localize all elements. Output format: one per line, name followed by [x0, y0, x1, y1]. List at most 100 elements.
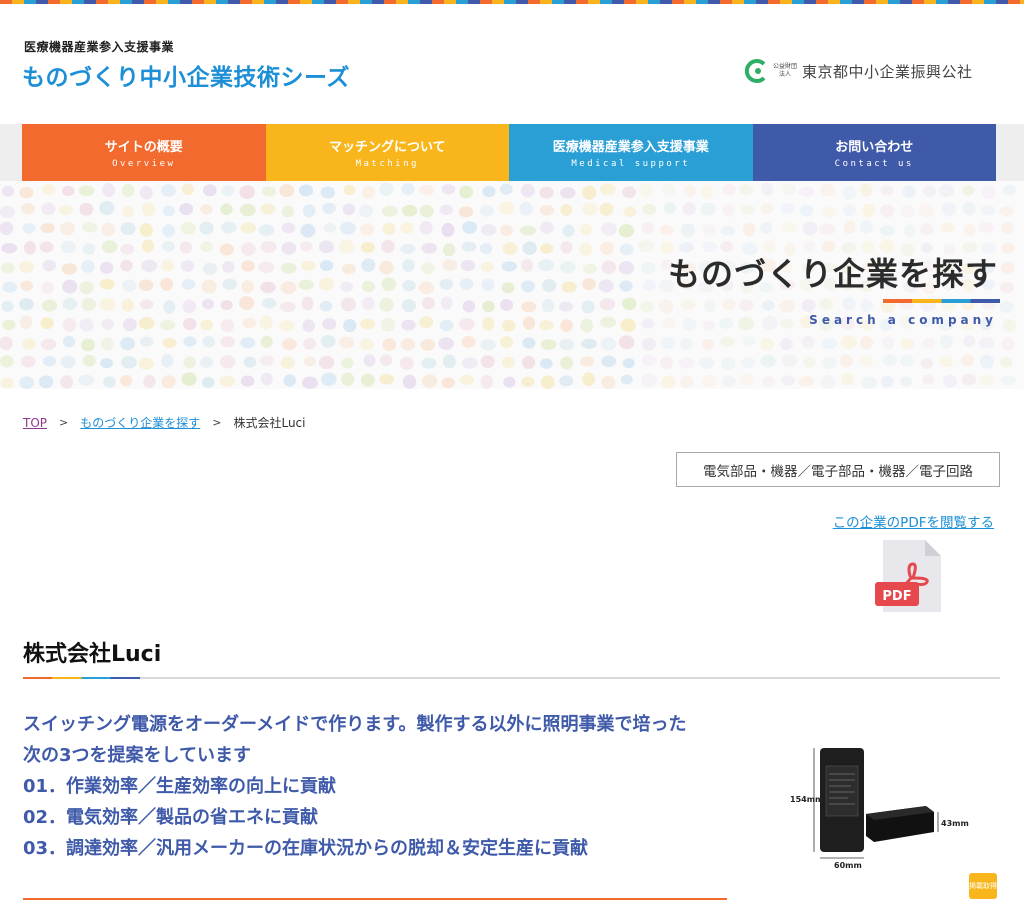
- hero-dot: [359, 318, 376, 330]
- hero-dot: [1003, 184, 1017, 196]
- chevron-right-icon: >: [212, 416, 222, 429]
- hero-dot: [400, 338, 416, 351]
- hero-dot: [582, 202, 598, 216]
- pdf-file-icon[interactable]: PDF: [873, 538, 943, 614]
- hero-dot: [619, 280, 633, 292]
- hero-dot: [121, 298, 134, 312]
- breadcrumb-top-link[interactable]: TOP: [23, 416, 47, 430]
- hero-dot: [621, 297, 637, 310]
- hero-dot: [180, 260, 195, 272]
- hero-dot: [303, 356, 317, 367]
- hero-dot: [618, 224, 635, 238]
- hero-dot: [360, 373, 375, 387]
- hero-dot: [962, 201, 976, 216]
- hero-dot: [102, 183, 116, 198]
- hero-dot: [318, 355, 335, 370]
- hero-dot: [99, 261, 114, 274]
- hero-dot: [542, 279, 557, 293]
- site-title[interactable]: ものづくり中小企業技術シーズ: [22, 58, 350, 92]
- hero-dot: [42, 356, 57, 367]
- hero-dot: [382, 338, 396, 352]
- hero-dot: [461, 357, 478, 369]
- hero-dot: [479, 205, 495, 217]
- site-subtitle: 医療機器産業参入支援事業: [24, 40, 175, 54]
- hero-dot: [739, 373, 755, 386]
- hero-dot: [261, 186, 277, 197]
- hero-dot: [560, 356, 574, 370]
- hero-dot: [360, 242, 376, 253]
- hero-dot: [302, 204, 316, 218]
- hero-dot: [281, 222, 296, 234]
- hero-dot: [120, 244, 135, 255]
- hero-dot: [560, 319, 573, 333]
- hero-dot: [139, 299, 154, 310]
- hero-dot: [999, 206, 1014, 217]
- hero-dot: [539, 320, 554, 331]
- hero-dot: [220, 300, 233, 311]
- hero-dot: [343, 184, 356, 196]
- hero-dot: [980, 204, 996, 216]
- hero-dot: [519, 201, 533, 216]
- hero-dot: [320, 186, 336, 199]
- hero-dot: [419, 184, 435, 196]
- hero-dot: [82, 222, 98, 233]
- hero-dot: [521, 356, 536, 369]
- hero-dot: [641, 373, 657, 388]
- hero-dot: [940, 222, 955, 233]
- hero-dot: [520, 183, 535, 198]
- hero-dot: [322, 202, 336, 214]
- nav-item-contact[interactable]: お問い合わせ Contact us: [752, 124, 996, 181]
- hero-dot: [482, 317, 495, 331]
- hero-dot: [219, 243, 234, 256]
- hero-dot: [722, 298, 736, 311]
- hero-dot: [759, 221, 773, 234]
- hero-dot: [561, 281, 577, 293]
- hero-dot: [342, 203, 355, 216]
- hero-dot: [798, 186, 815, 197]
- hero-dot: [19, 376, 35, 389]
- nav-item-overview[interactable]: サイトの概要 Overview: [22, 124, 266, 181]
- hero-dot: [162, 205, 175, 217]
- hero-dot: [639, 301, 655, 313]
- hero-dot: [843, 204, 857, 217]
- hero-dot: [601, 260, 617, 275]
- hero-dot: [499, 201, 515, 215]
- hero-dot: [501, 261, 517, 272]
- nav-item-label-en: Contact us: [834, 159, 914, 169]
- hero-dot: [641, 354, 657, 367]
- hero-dot: [722, 183, 737, 196]
- hero-dot: [181, 278, 196, 290]
- hero-dot: [319, 300, 333, 312]
- nav-item-label: お問い合わせ: [835, 140, 914, 155]
- corp-logo[interactable]: 公益財団法人 東京都中小企業振興公社: [744, 58, 973, 84]
- hero-dot: [441, 377, 456, 389]
- hero-dot: [301, 260, 316, 271]
- hero-dot: [62, 297, 78, 310]
- hero-dot: [220, 319, 235, 333]
- hero-dot: [401, 183, 415, 196]
- hero-dot: [419, 205, 434, 218]
- hero-title: ものづくり企業を探す: [667, 255, 998, 293]
- hero-dot: [200, 356, 214, 368]
- company-divider: [23, 677, 1000, 679]
- hero-dot: [99, 297, 116, 312]
- pdf-view-link[interactable]: この企業のPDFを閲覧する: [833, 511, 994, 531]
- breadcrumb-search-link[interactable]: ものづくり企業を探す: [80, 414, 200, 431]
- hero-dot: [460, 374, 474, 386]
- hero-dot: [503, 376, 516, 388]
- product-image[interactable]: 154mm 60mm 43mm: [778, 742, 978, 872]
- hero-dot: [819, 223, 835, 236]
- nav-item-matching[interactable]: マッチングについて Matching: [265, 124, 509, 181]
- hero-dot: [299, 241, 313, 252]
- nav-item-medical-support[interactable]: 医療機器産業参入支援事業 Medical support: [509, 124, 753, 181]
- hero-dot: [660, 356, 674, 369]
- hero-dot: [162, 224, 176, 238]
- hero-dot: [979, 354, 994, 369]
- hero-dot: [900, 376, 913, 387]
- hero-dot: [322, 318, 337, 330]
- hero-dot: [760, 203, 774, 215]
- hero-dot: [222, 278, 237, 290]
- hero-accent-bar: [883, 299, 1000, 303]
- hero-dot: [19, 298, 34, 311]
- hero-dot: [200, 204, 213, 215]
